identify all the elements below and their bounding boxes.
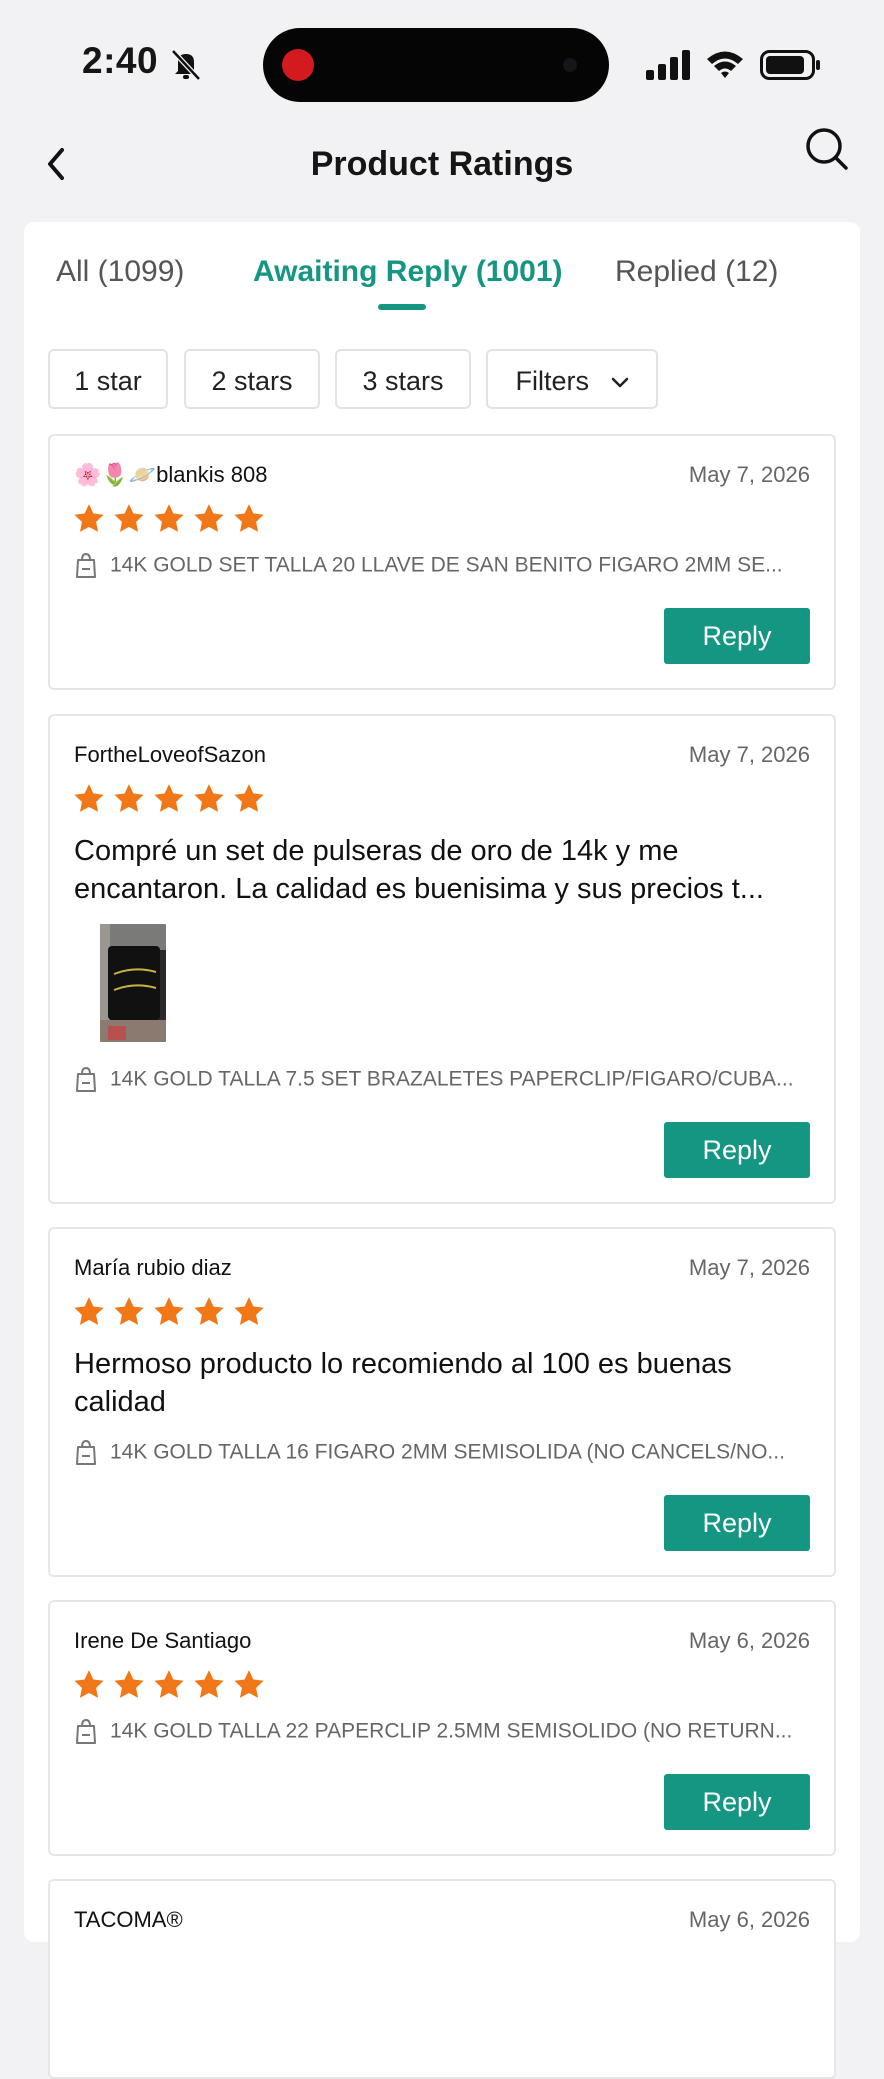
reviewer-name: Irene De Santiago [74,1628,252,1653]
filter-chip-2-stars[interactable]: 2 stars [184,349,320,409]
review-date: May 7, 2026 [688,742,810,767]
tab-bar: All (1099) Awaiting Reply (1001) Replied… [24,222,860,312]
page-title: Product Ratings [310,145,574,183]
star-icon [154,1297,184,1325]
status-time: 2:40 [82,40,159,81]
star-icon [114,504,144,532]
star-icon [234,1297,264,1325]
review-date: May 7, 2026 [688,1255,810,1280]
filter-chip-1-star[interactable]: 1 star [48,349,168,409]
star-icon [154,504,184,532]
active-tab-indicator [378,304,426,310]
product-line[interactable]: 14K GOLD SET TALLA 20 LLAVE DE SAN BENIT… [74,550,814,580]
reviewer-name: 🌸🌷🪐blankis 808 [74,462,268,487]
star-icon [194,504,224,532]
filter-chip-3-stars[interactable]: 3 stars [335,349,471,409]
recording-indicator-icon [282,49,314,81]
star-icon [234,1670,264,1698]
product-line[interactable]: 14K GOLD TALLA 22 PAPERCLIP 2.5MM SEMISO… [74,1716,814,1746]
status-bar: 2:40 [0,0,884,120]
battery-icon [760,50,820,80]
filters-label: Filters [515,366,589,396]
chevron-down-icon [611,377,628,388]
star-icon [114,1297,144,1325]
star-icon [74,784,104,812]
reviewer-name: TACOMA® [74,1907,183,1932]
ratings-panel: All (1099) Awaiting Reply (1001) Replied… [24,222,860,2079]
star-icon [74,1670,104,1698]
reply-button[interactable]: Reply [664,1122,810,1178]
chip-label: 3 stars [362,366,444,396]
star-icon [114,784,144,812]
review-date: May 7, 2026 [688,462,810,487]
shopping-bag-icon [76,1067,96,1093]
star-icon [194,1297,224,1325]
star-icon [74,504,104,532]
chip-label: 2 stars [211,366,293,396]
reviewer-name: FortheLoveofSazon [74,742,267,767]
shopping-bag-icon [76,1440,96,1466]
review-text: Hermoso producto lo recomiendo al 100 es… [74,1348,732,1418]
search-icon[interactable] [804,126,850,172]
shopping-bag-icon [76,1719,96,1745]
star-icon [234,504,264,532]
reply-button[interactable]: Reply [664,1774,810,1830]
tab-awaiting-reply[interactable]: Awaiting Reply (1001) [253,252,563,292]
product-title: 14K GOLD TALLA 16 FIGARO 2MM SEMISOLIDA … [110,1440,785,1464]
star-icon [154,1670,184,1698]
review-date: May 6, 2026 [688,1628,810,1653]
review-date: May 6, 2026 [688,1907,810,1932]
star-icon [234,784,264,812]
shopping-bag-icon [76,553,96,579]
reviewer-name: María rubio diaz [74,1255,232,1280]
star-icon [194,784,224,812]
tab-all[interactable]: All (1099) [56,252,184,292]
review-text: Compré un set de pulseras de oro de 14k … [74,835,764,905]
star-rating [72,782,266,816]
reply-button[interactable]: Reply [664,608,810,664]
review-card: Irene De Santiago May 6, 2026 14K GOLD T… [48,1600,836,1856]
star-rating [72,1668,266,1702]
dynamic-island [263,28,609,102]
product-line[interactable]: 14K GOLD TALLA 16 FIGARO 2MM SEMISOLIDA … [74,1437,814,1467]
nav-bar: Product Ratings [0,120,884,220]
review-card: 🌸🌷🪐blankis 808 May 7, 2026 14K GOLD SET … [48,434,836,690]
bell-slash-icon [171,49,201,81]
review-card: María rubio diaz May 7, 2026 Hermoso pro… [48,1227,836,1577]
star-rating [72,502,266,536]
signal-icon [646,50,690,80]
camera-icon [563,58,577,72]
star-icon [74,1297,104,1325]
reply-button[interactable]: Reply [664,1495,810,1551]
star-icon [194,1670,224,1698]
review-card: FortheLoveofSazon May 7, 2026 Compré un … [48,714,836,1204]
photo-image [100,924,166,1042]
star-rating [72,1295,266,1329]
star-icon [154,784,184,812]
product-line[interactable]: 14K GOLD TALLA 7.5 SET BRAZALETES PAPERC… [74,1064,814,1094]
product-title: 14K GOLD TALLA 22 PAPERCLIP 2.5MM SEMISO… [110,1719,793,1743]
product-title: 14K GOLD TALLA 7.5 SET BRAZALETES PAPERC… [110,1067,794,1091]
review-card: TACOMA® May 6, 2026 [48,1879,836,2079]
filters-dropdown[interactable]: Filters [486,349,658,409]
review-photo-thumbnail[interactable] [100,924,166,1042]
tab-replied[interactable]: Replied (12) [615,252,778,292]
wifi-icon [707,51,743,78]
chip-label: 1 star [74,366,142,396]
star-icon [114,1670,144,1698]
product-title: 14K GOLD SET TALLA 20 LLAVE DE SAN BENIT… [110,553,783,577]
